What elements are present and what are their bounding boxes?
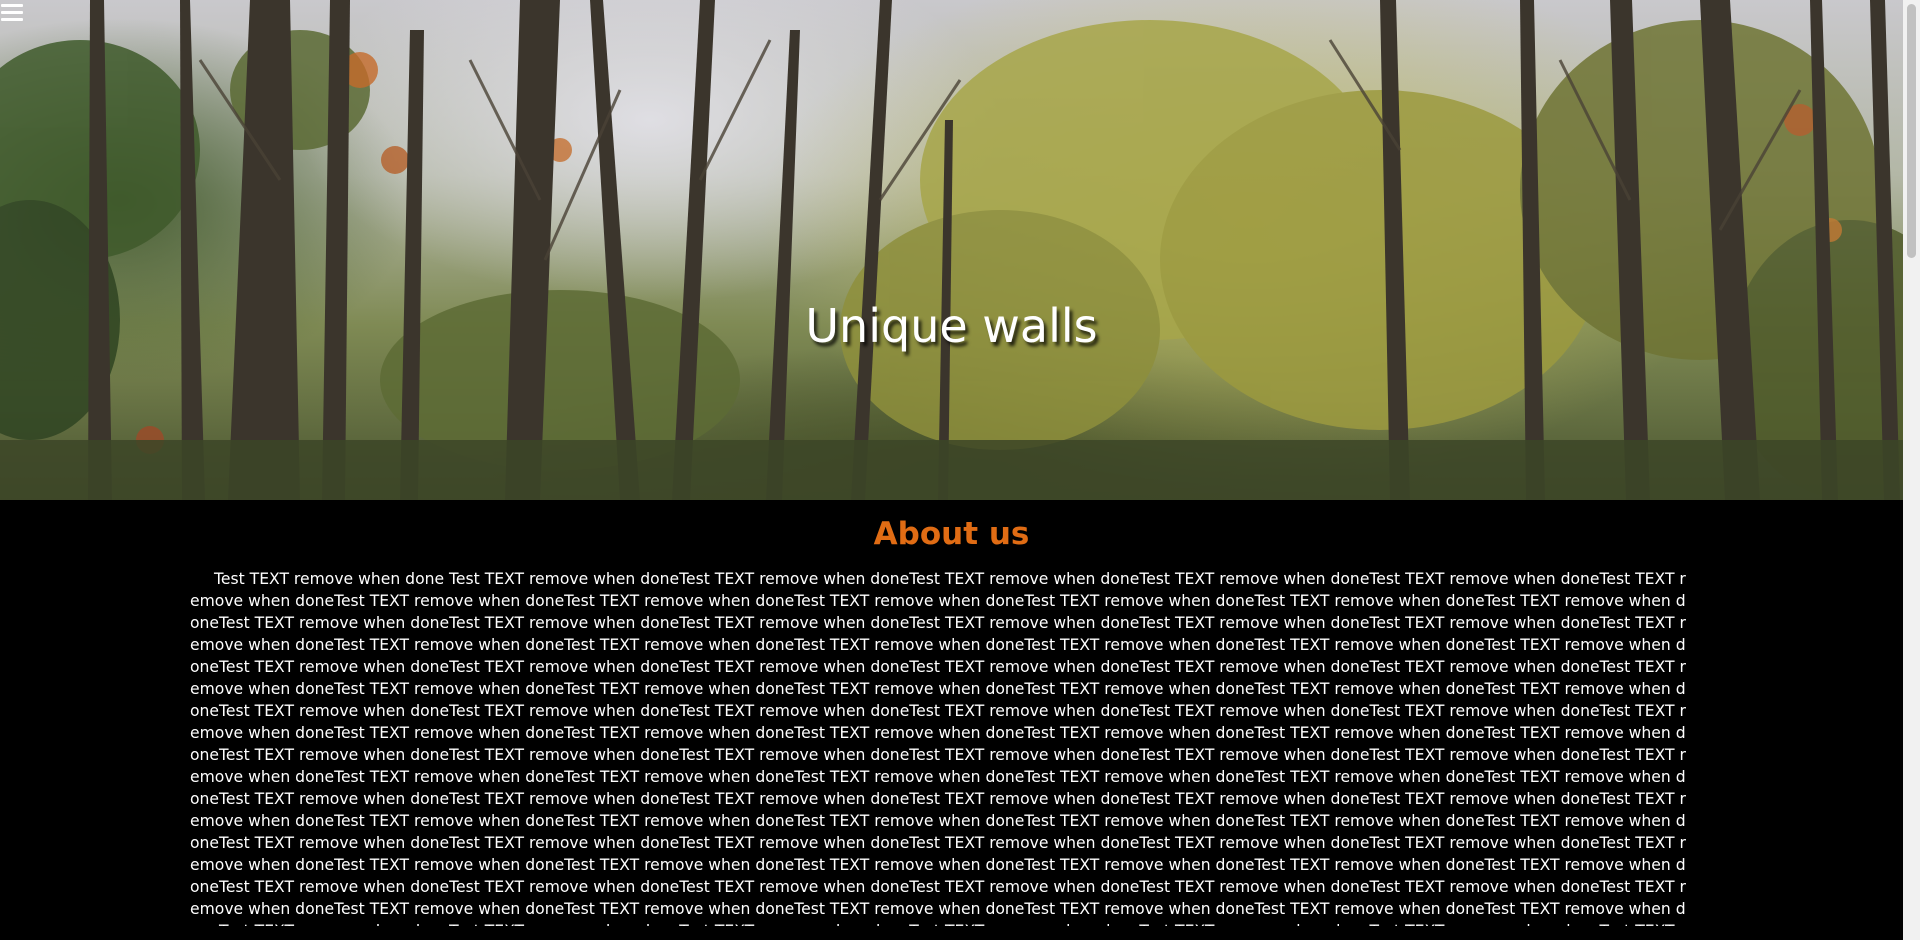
hero-title: Unique walls <box>805 299 1098 353</box>
page: Unique walls About us Test TEXT remove w… <box>0 0 1920 940</box>
scrollbar-thumb[interactable] <box>1907 4 1916 258</box>
hamburger-menu-icon[interactable] <box>0 2 26 26</box>
hero-banner: Unique walls <box>0 0 1903 500</box>
about-title: About us <box>873 516 1030 552</box>
vertical-scrollbar[interactable] <box>1903 0 1920 940</box>
about-section: About us Test TEXT remove when done Test… <box>0 500 1903 940</box>
forest-background-image <box>0 0 1903 500</box>
about-body-text: Test TEXT remove when done Test TEXT rem… <box>190 570 1686 926</box>
